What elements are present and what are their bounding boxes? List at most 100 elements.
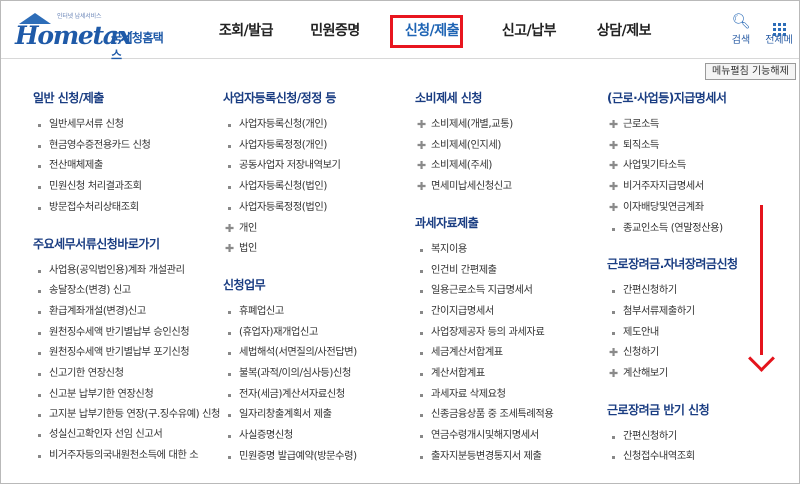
menu-link-label: 민원증명 발급예약(방문수령) [239,450,357,462]
menu-link[interactable]: 사업자등록정정(개인) [223,136,413,157]
menu-link[interactable]: ✚ 사업및기타소득 [607,156,797,177]
nav-label: 민원증명 [310,23,360,39]
menu-link[interactable]: 송달장소(변경) 신고 [33,281,223,302]
menu-link[interactable]: 비거주자등의국내원천소득에 대한 소 [33,446,223,467]
menu-link-label: 계산해보기 [623,368,668,380]
menu-link[interactable]: ✚ 계산해보기 [607,364,797,385]
plus-icon: ✚ [417,138,426,152]
global-nav: 조회/발급 민원증명 신청/제출 신고/납부 상담/제보 [205,1,671,59]
all-menu-button[interactable]: 전체메 [757,13,799,46]
hometax-logo[interactable]: 인터넷 납세서비스 Hometax 국세청홈택스 [13,11,173,62]
menu-link-label: 퇴직소득 [623,139,659,151]
menu-link[interactable]: 출자지분등변경통지서 제출 [415,447,605,468]
menu-link-label: 이자배당및연금계좌 [623,201,704,213]
menu-link[interactable]: 신청접수내역조회 [607,447,797,468]
menu-link[interactable]: 전산매체제출 [33,156,223,177]
menu-link[interactable]: 사업자등록신청(개인) [223,115,413,136]
menu-link[interactable]: ✚ 개인 [223,219,413,240]
menu-link[interactable]: ✚ 이자배당및연금계좌 [607,198,797,219]
menu-expand-toggle-button[interactable]: 메뉴펼침 기능해제 [705,63,796,80]
menu-link[interactable]: 민원증명 발급예약(방문수령) [223,447,413,468]
menu-link-label: 소비제세(개별,교통) [431,119,513,130]
menu-link[interactable]: 제도안내 [607,323,797,344]
menu-link[interactable]: 신종금융상품 중 조세특례적용 [415,405,605,426]
menu-link[interactable]: ✚ 소비제세(주세) [415,156,605,177]
menu-link[interactable]: 세금계산서합계표 [415,343,605,364]
menu-link[interactable]: ✚ 소비제세(인지세) [415,136,605,157]
menu-link[interactable]: 신고기한 연장신청 [33,364,223,385]
menu-link[interactable]: 일반세무서류 신청 [33,115,223,136]
section-title[interactable]: 사업자등록신청/정정 등 [223,87,413,109]
menu-link[interactable]: 원천징수세액 반기별납부 포기신청 [33,343,223,364]
menu-link[interactable]: 현금영수증전용카드 신청 [33,136,223,157]
section-title[interactable]: 일반 신청/제출 [33,87,223,109]
section-title[interactable]: 신청업무 [223,274,413,296]
menu-link[interactable]: 과세자료 삭제요청 [415,385,605,406]
section-title[interactable]: 과세자료제출 [415,212,605,234]
menu-link-label: 간편신청하기 [623,285,677,297]
section-title[interactable]: 근로장려금 반기 신청 [607,399,797,421]
logo-tagline: 인터넷 납세서비스 [57,13,102,20]
nav-consult-report[interactable]: 상담/제보 [577,1,671,59]
menu-link[interactable]: 성실신고확인자 선임 신고서 [33,425,223,446]
menu-link[interactable]: ✚ 법인 [223,239,413,260]
menu-link[interactable]: ✚ 면세미납세신청신고 [415,177,605,198]
nav-civil-certificate[interactable]: 민원증명 [287,1,383,59]
menu-link[interactable]: 공동사업자 저장내역보기 [223,156,413,177]
menu-link[interactable]: 전자(세금)계산서자료신청 [223,385,413,406]
menu-link[interactable]: 간편신청하기 [607,427,797,448]
menu-link-label: 사실증명신청 [239,430,293,442]
menu-link[interactable]: 사업용(공익법인용)계좌 개설관리 [33,261,223,282]
menu-link[interactable]: 첨부서류제출하기 [607,302,797,323]
menu-link[interactable]: ✚ 비거주자지급명세서 [607,177,797,198]
menu-link[interactable]: 간이지급명세서 [415,302,605,323]
menu-link-label: 송달장소(변경) 신고 [49,285,131,297]
menu-link[interactable]: 사실증명신청 [223,426,413,447]
menu-link-label: 전산매체제출 [49,160,103,172]
menu-link[interactable]: 일자리창출계획서 제출 [223,405,413,426]
menu-link[interactable]: 원천징수세액 반기별납부 승인신청 [33,323,223,344]
section-list: 일반세무서류 신청 현금영수증전용카드 신청전산매체제출민원신청 처리결과조회 방문… [33,109,223,219]
menu-link-label: 비거주자지급명세서 [623,181,704,193]
menu-link[interactable]: ✚ 근로소득 [607,115,797,136]
menu-link[interactable]: 사업장제공자 등의 과세자료 [415,323,605,344]
menu-link[interactable]: ✚ 퇴직소득 [607,136,797,157]
search-label: 검색 [731,35,751,46]
menu-link[interactable]: 간편신청하기 [607,281,797,302]
menu-link[interactable]: 인건비 간편제출 [415,261,605,282]
menu-link[interactable]: 연금수령개시및해지명세서 [415,426,605,447]
menu-link[interactable]: 민원신청 처리결과조회 [33,177,223,198]
nav-label: 신고/납부 [501,23,557,39]
nav-inquiry-issue[interactable]: 조회/발급 [205,1,287,59]
section-title[interactable]: 근로장려금.자녀장려금신청 [607,253,797,275]
menu-link[interactable]: 계산서합계표 [415,364,605,385]
section-title[interactable]: 주요세무서류신청바로가기 [33,233,223,255]
menu-link[interactable]: 방문접수처리상태조회 [33,198,223,219]
menu-link-label: 인건비 간편제출 [431,264,497,276]
menu-link[interactable]: ✚ 소비제세(개별,교통) [415,115,605,136]
menu-link[interactable]: 신고분 납부기한 연장신청 [33,385,223,406]
plus-icon: ✚ [417,159,426,173]
menu-link-label: 면세미납세신청신고 [431,181,512,193]
nav-report-payment[interactable]: 신고/납부 [481,1,577,59]
nav-label: 상담/제보 [596,23,652,39]
menu-link[interactable]: 사업자등록신청(법인) [223,177,413,198]
menu-link[interactable]: 불복(과적/이의/심사등)신청 [223,364,413,385]
menu-link-label: 전자(세금)계산서자료신청 [239,388,345,400]
menu-link[interactable]: (휴업자)재개업신고 [223,323,413,344]
menu-link-label: 세법해석(서면질의/사전답변) [239,347,357,359]
section-list: 간편신청하기 신청접수내역조회 [607,421,797,468]
menu-link[interactable]: 고지분 납부기한등 연장(구.징수유예) 신청 [33,405,223,425]
menu-link[interactable]: 종교인소득 (연말정산용) [607,219,797,240]
section-title[interactable]: (근로·사업등)지급명세서 [607,87,797,109]
all-menu-label: 전체메 [765,35,793,46]
menu-link[interactable]: 복지이용 [415,240,605,261]
section-title[interactable]: 소비제세 신청 [415,87,605,109]
menu-link[interactable]: 일용근로소득 지급명세서 [415,281,605,302]
menu-link[interactable]: 세법해석(서면질의/사전답변) [223,343,413,364]
nav-application-submission[interactable]: 신청/제출 [383,1,481,59]
menu-link[interactable]: 사업자등록정정(법인) [223,198,413,219]
menu-link[interactable]: 휴폐업신고 [223,302,413,323]
menu-link[interactable]: 환급계좌개설(변경)신고 [33,302,223,323]
